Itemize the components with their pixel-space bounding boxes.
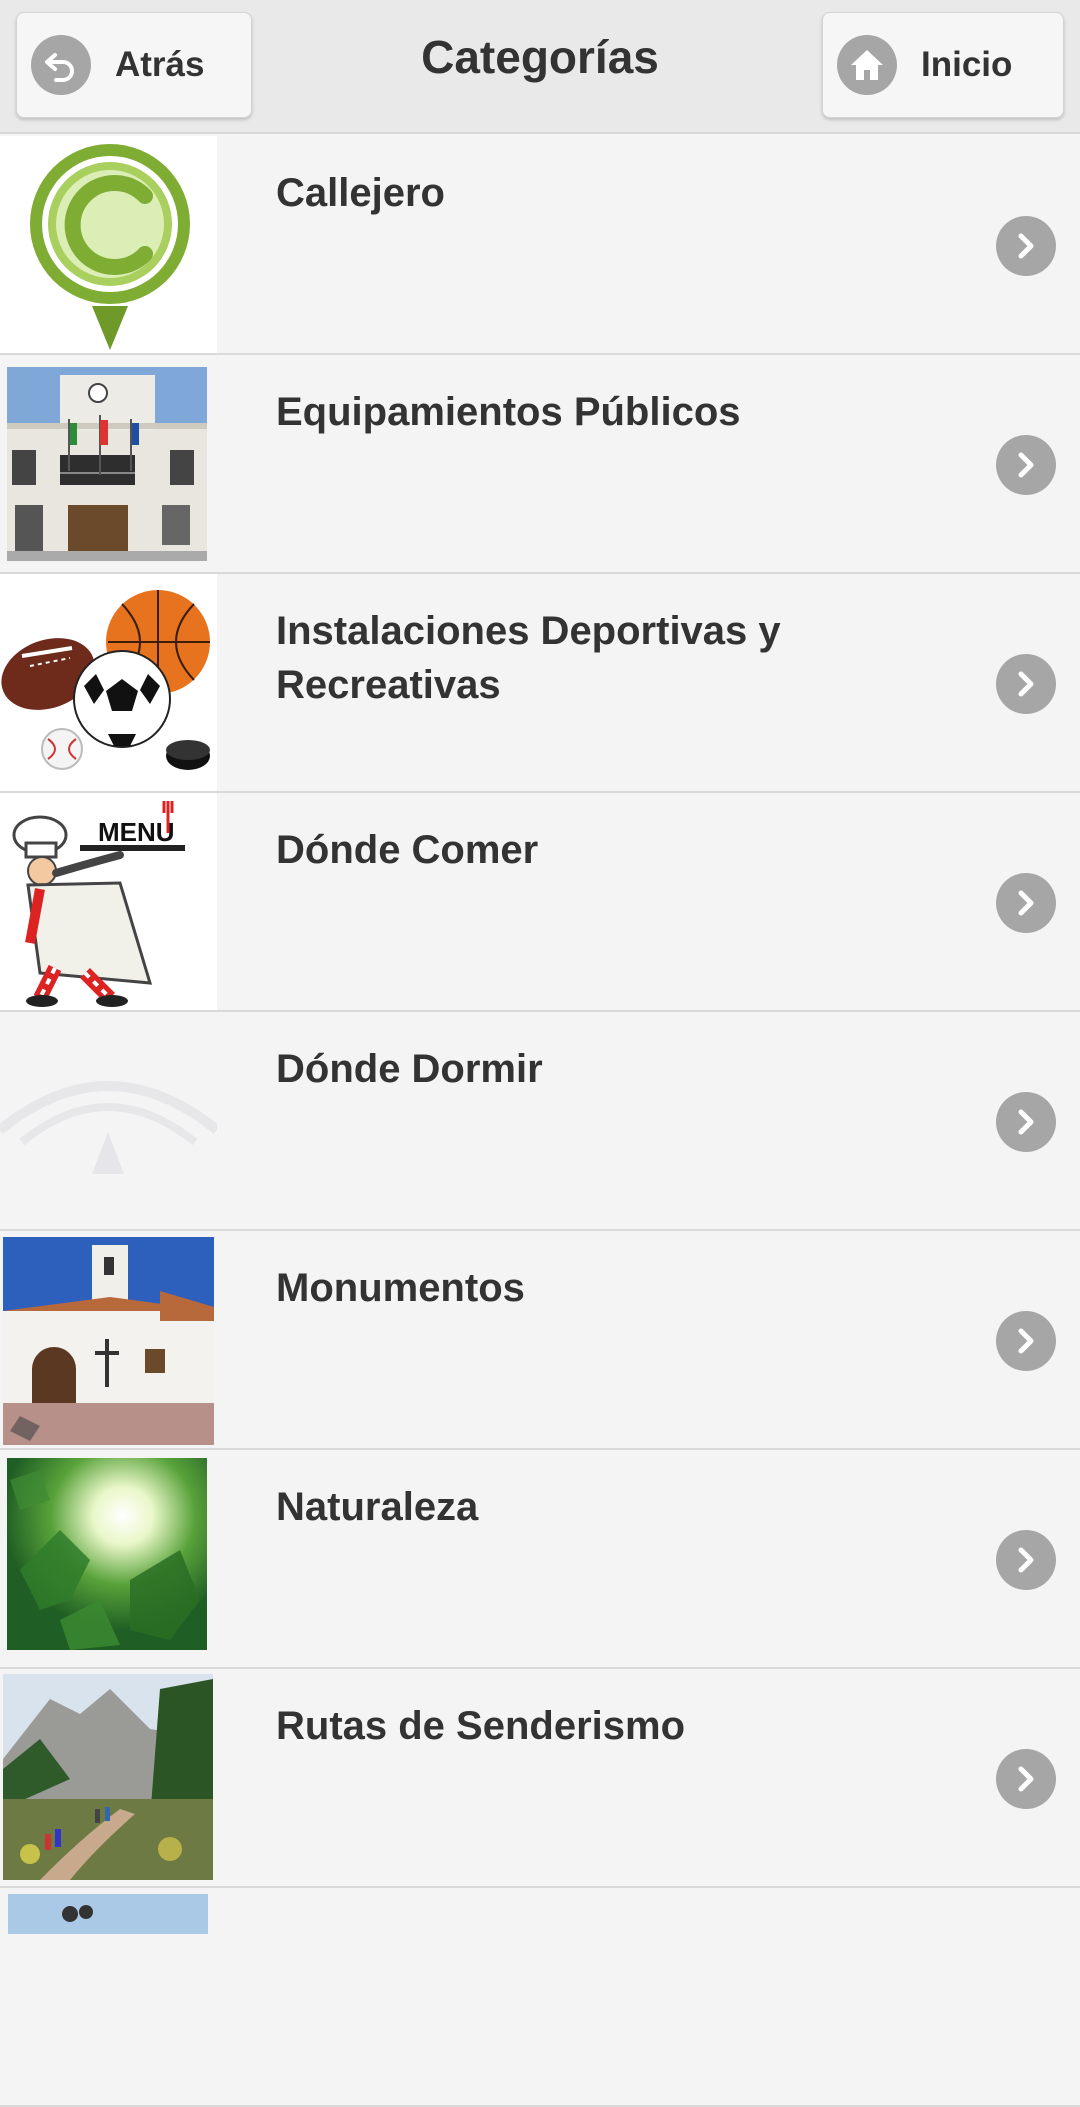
- category-label: Dónde Dormir: [276, 1047, 543, 1091]
- home-icon: [837, 35, 897, 95]
- category-row-equipamientos[interactable]: Equipamientos Públicos: [0, 355, 1080, 574]
- category-row-donde-comer[interactable]: MENU Dónde Comer: [0, 793, 1080, 1012]
- church-thumbnail: [0, 1231, 217, 1448]
- category-label: Callejero: [276, 171, 445, 215]
- chevron-right-icon: [996, 1311, 1056, 1371]
- category-row-donde-dormir[interactable]: Dónde Dormir: [0, 1012, 1080, 1231]
- page-title: Categorías: [421, 31, 659, 83]
- category-label: Equipamientos Públicos: [276, 390, 741, 434]
- back-arrow-icon: [31, 35, 91, 95]
- menu-sign-text: MENU: [98, 817, 175, 847]
- category-row-callejero[interactable]: Callejero: [0, 136, 1080, 355]
- chef-menu-thumbnail: MENU: [0, 793, 217, 1010]
- chevron-right-icon: [996, 1530, 1056, 1590]
- faded-logo-thumbnail: [0, 1012, 217, 1229]
- category-row-monumentos[interactable]: Monumentos: [0, 1231, 1080, 1450]
- back-button[interactable]: Atrás: [16, 12, 252, 118]
- chevron-right-icon: [996, 1749, 1056, 1809]
- callejero-thumbnail: [0, 136, 217, 353]
- home-button[interactable]: Inicio: [822, 12, 1064, 118]
- home-button-label: Inicio: [921, 45, 1013, 84]
- category-label: Dónde Comer: [276, 828, 539, 872]
- partial-thumbnail: [0, 1888, 217, 2105]
- app-header: Atrás Categorías Inicio: [0, 0, 1080, 134]
- chevron-right-icon: [996, 435, 1056, 495]
- category-row-instalaciones-deportivas[interactable]: Instalaciones Deportivas y Recreativas: [0, 574, 1080, 793]
- chevron-right-icon: [996, 216, 1056, 276]
- back-button-label: Atrás: [115, 45, 205, 84]
- chevron-right-icon: [996, 873, 1056, 933]
- category-label: Naturaleza: [276, 1485, 479, 1529]
- category-label: Monumentos: [276, 1266, 525, 1310]
- category-row-partial[interactable]: [0, 1888, 1080, 2107]
- category-label: Instalaciones Deportivas y Recreativas: [276, 609, 781, 707]
- chevron-right-icon: [996, 654, 1056, 714]
- sports-balls-thumbnail: [0, 574, 217, 791]
- leaves-thumbnail: [0, 1450, 217, 1667]
- town-hall-thumbnail: [0, 355, 217, 572]
- chevron-right-icon: [996, 1092, 1056, 1152]
- category-list: Callejero Equipamientos Públicos Instala…: [0, 136, 1080, 2107]
- category-row-rutas-senderismo[interactable]: Rutas de Senderismo: [0, 1669, 1080, 1888]
- hiking-thumbnail: [0, 1669, 217, 1886]
- category-row-naturaleza[interactable]: Naturaleza: [0, 1450, 1080, 1669]
- category-label: Rutas de Senderismo: [276, 1704, 686, 1748]
